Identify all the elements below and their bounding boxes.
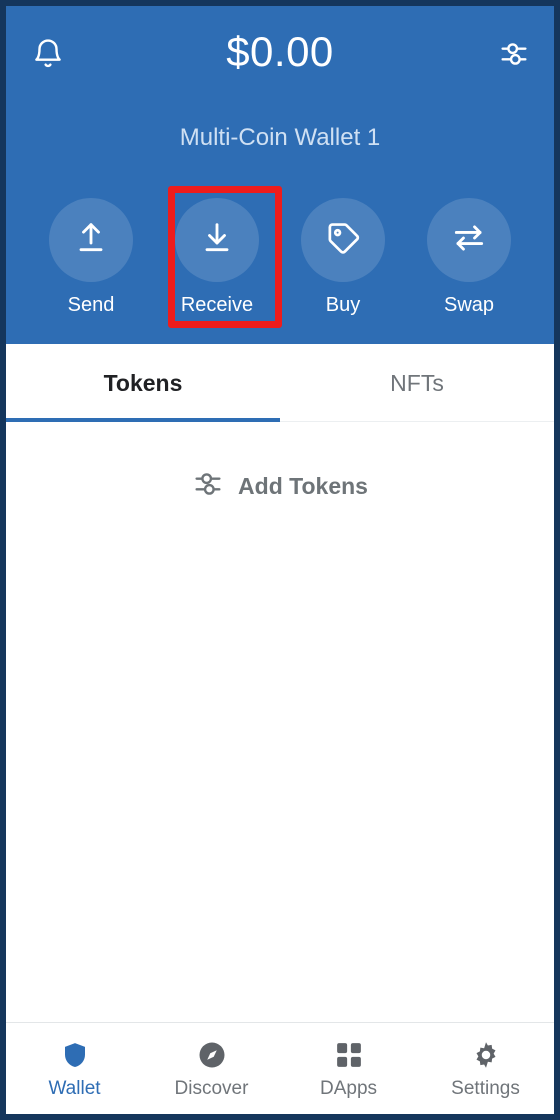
sliders-icon [192, 468, 224, 505]
download-arrow-icon [197, 218, 237, 263]
buy-button-label: Buy [325, 294, 361, 316]
bottom-navigation: Wallet Discover DApps Settings [6, 1022, 554, 1114]
tab-tokens-label: Tokens [103, 369, 183, 396]
tab-nfts[interactable]: NFTs [280, 344, 554, 422]
receive-button-circle [175, 198, 259, 282]
gear-icon [471, 1037, 501, 1073]
tab-nfts-label: NFTs [390, 369, 444, 396]
nav-item-wallet-label: Wallet [48, 1078, 101, 1099]
send-button-label: Send [67, 294, 115, 316]
phone-screen: $0.00 Multi-Coin Wallet 1 Send Receive B… [6, 6, 554, 1114]
grid-icon [334, 1037, 364, 1073]
tab-tokens[interactable]: Tokens [6, 344, 280, 422]
wallet-settings-button[interactable] [490, 32, 538, 80]
active-tab-indicator [6, 418, 280, 422]
wallet-header: $0.00 Multi-Coin Wallet 1 Send Receive B… [6, 6, 554, 344]
swap-arrows-icon [450, 219, 488, 262]
nav-item-wallet[interactable]: Wallet [6, 1023, 143, 1114]
nav-item-discover-label: Discover [174, 1078, 249, 1099]
buy-button-circle [301, 198, 385, 282]
send-button-circle [49, 198, 133, 282]
buy-button[interactable]: Buy [288, 198, 398, 317]
price-tag-icon [324, 219, 362, 262]
nav-item-settings-label: Settings [451, 1078, 520, 1099]
add-tokens-button[interactable]: Add Tokens [6, 468, 554, 505]
swap-button-circle [427, 198, 511, 282]
nav-item-settings[interactable]: Settings [417, 1023, 554, 1114]
header-top-bar: $0.00 [6, 6, 554, 102]
nav-item-discover[interactable]: Discover [143, 1023, 280, 1114]
assets-card: Tokens NFTs Add Tokens [6, 344, 554, 1022]
nav-item-dapps[interactable]: DApps [280, 1023, 417, 1114]
receive-button[interactable]: Receive [162, 198, 272, 317]
sliders-icon [498, 38, 530, 75]
send-button[interactable]: Send [36, 198, 146, 317]
quick-actions: Send Receive Buy Swap [6, 198, 554, 317]
swap-button[interactable]: Swap [414, 198, 524, 317]
assets-tabs: Tokens NFTs [6, 344, 554, 422]
add-tokens-label: Add Tokens [238, 473, 368, 499]
shield-icon [60, 1037, 90, 1073]
upload-arrow-icon [71, 218, 111, 263]
swap-button-label: Swap [443, 294, 495, 316]
wallet-name-label: Multi-Coin Wallet 1 [179, 124, 381, 151]
receive-button-label: Receive [180, 294, 254, 316]
compass-icon [197, 1037, 227, 1073]
balance-amount: $0.00 [226, 28, 334, 75]
nav-item-dapps-label: DApps [319, 1078, 378, 1099]
